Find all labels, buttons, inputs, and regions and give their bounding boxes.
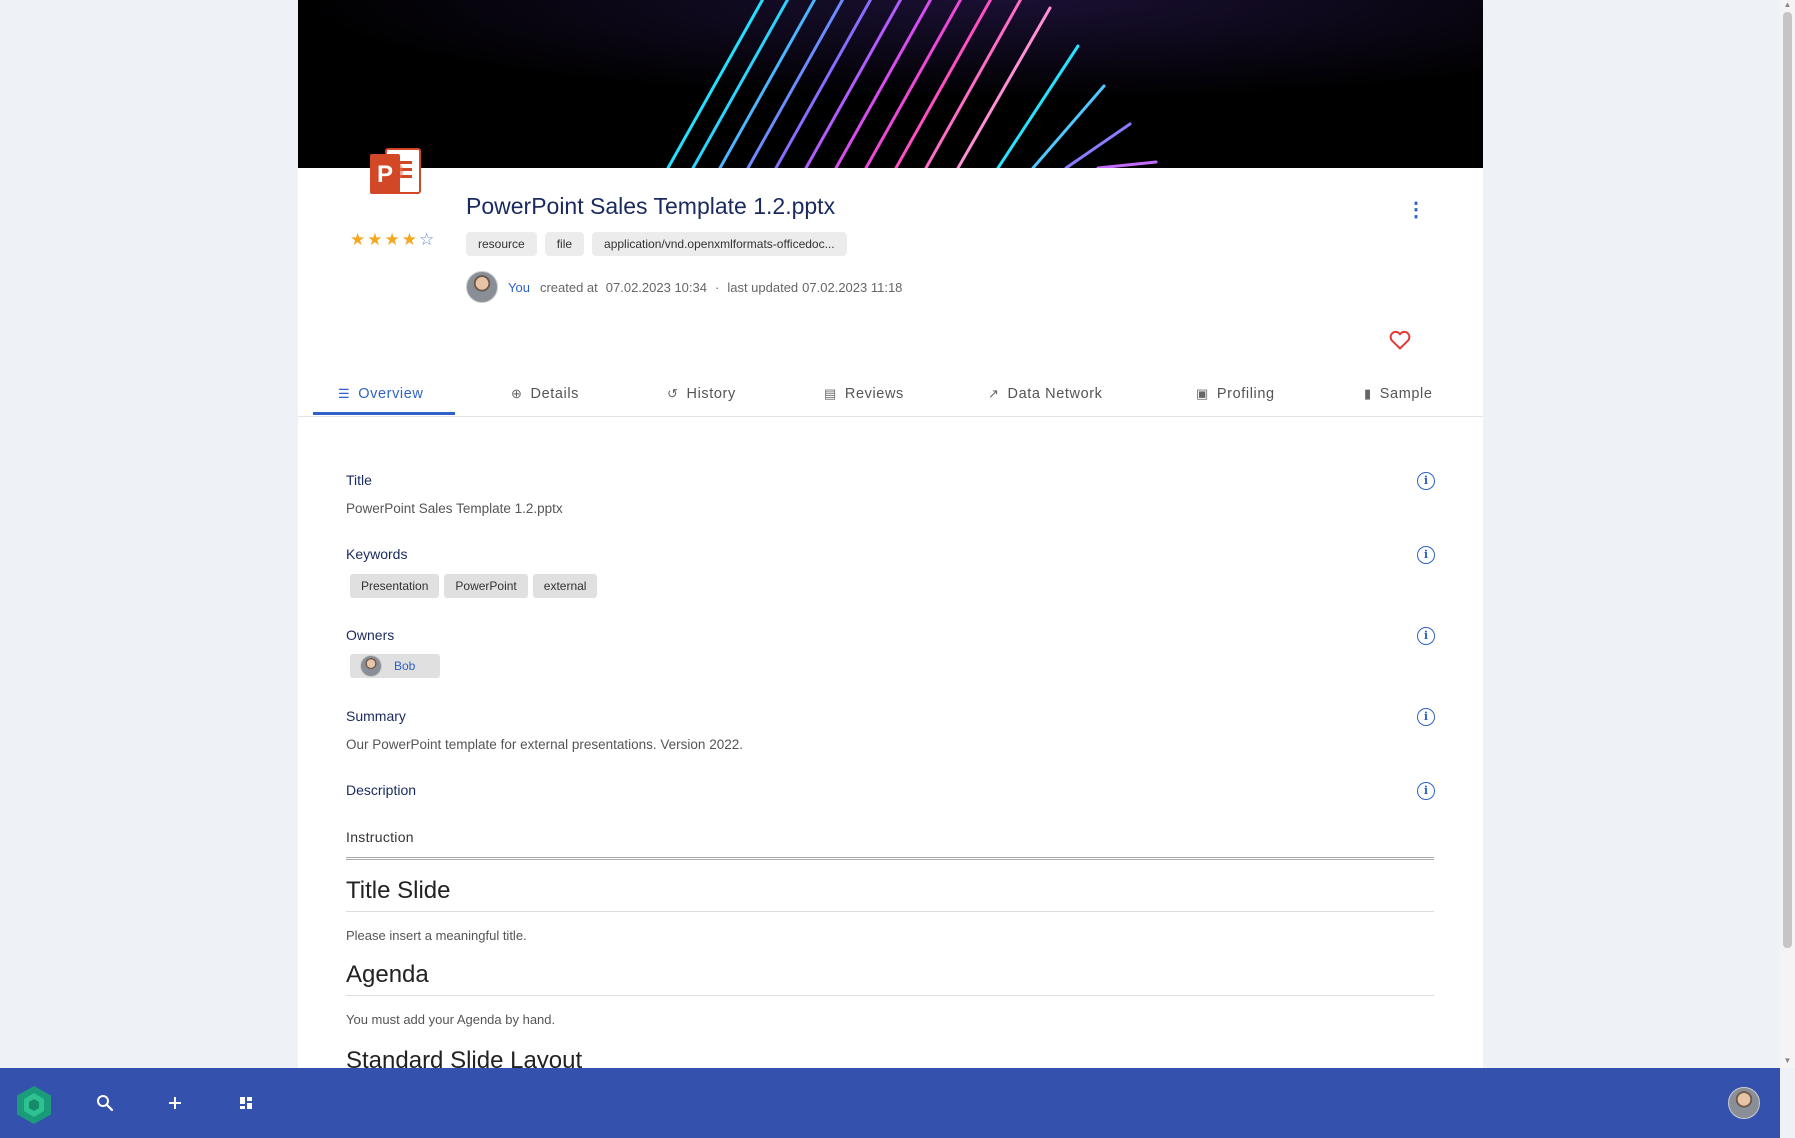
created-label: created at [539, 279, 598, 295]
info-icon[interactable]: i [1417, 708, 1435, 726]
star-icon[interactable]: ★ [385, 230, 402, 249]
active-tab-indicator [313, 412, 455, 415]
tab-bar: ☰ Overview ⊕ Details ↺ History ▤ Reviews… [298, 372, 1483, 417]
description-instruction: Instruction [346, 829, 414, 845]
section-heading: Standard Slide Layout [346, 1047, 583, 1068]
clock-plus-icon: ⊕ [511, 386, 523, 401]
keyword-chip[interactable]: external [532, 574, 598, 598]
owner-name[interactable]: Bob [394, 659, 415, 673]
tab-details[interactable]: ⊕ Details [511, 372, 579, 416]
history-icon: ↺ [667, 386, 679, 401]
summary-value: Our PowerPoint template for external pre… [346, 737, 743, 752]
divider [346, 995, 1434, 996]
tab-label: Reviews [844, 386, 904, 402]
resource-meta: You created at 07.02.2023 10:34 · last u… [466, 271, 902, 303]
profile-icon: ▣ [1196, 386, 1209, 401]
resource-page: P ★★★★☆ PowerPoint Sales Template 1.2.pp… [298, 0, 1483, 1068]
owner-chip[interactable]: Bob [350, 654, 440, 678]
tab-label: Data Network [1007, 386, 1103, 402]
info-icon[interactable]: i [1417, 782, 1435, 800]
tab-label: Sample [1379, 386, 1433, 402]
tab-history[interactable]: ↺ History [667, 372, 736, 416]
chat-icon: ▤ [824, 386, 837, 401]
tab-label: Overview [358, 386, 424, 402]
section-text: Please insert a meaningful title. [346, 928, 527, 943]
plus-icon[interactable] [164, 1092, 186, 1114]
divider [346, 857, 1434, 860]
page-title: PowerPoint Sales Template 1.2.pptx [466, 193, 836, 219]
section-heading: Agenda [346, 961, 429, 988]
keywords-label: Keywords [346, 546, 408, 562]
tab-label: History [686, 386, 736, 402]
updated-label: last updated [727, 279, 799, 295]
tab-data-network[interactable]: ↗ Data Network [988, 372, 1103, 416]
resource-tags: resource file application/vnd.openxmlfor… [466, 232, 847, 256]
trend-icon: ↗ [988, 386, 1000, 401]
banner-image [298, 0, 1483, 168]
dashboard-icon[interactable] [235, 1092, 257, 1114]
kebab-menu-icon[interactable]: ⋮ [1406, 199, 1426, 221]
user-avatar[interactable] [1728, 1087, 1760, 1119]
scroll-up-icon[interactable]: ▲ [1783, 0, 1792, 9]
tab-sample[interactable]: ▮ Sample [1364, 372, 1433, 416]
powerpoint-file-icon: P [370, 148, 421, 194]
owners-label: Owners [346, 627, 395, 643]
search-icon[interactable] [94, 1092, 116, 1114]
heart-icon[interactable] [1388, 328, 1412, 352]
creator-link[interactable]: You [508, 280, 530, 295]
section-text: You must add your Agenda by hand. [346, 1012, 556, 1027]
tab-label: Details [530, 386, 580, 402]
document-icon: ▮ [1364, 386, 1372, 401]
keyword-list: Presentation PowerPoint external [350, 574, 598, 598]
scrollbar-thumb[interactable] [1783, 12, 1792, 948]
owner-avatar [360, 655, 382, 677]
tab-reviews[interactable]: ▤ Reviews [824, 372, 904, 416]
star-outline-icon[interactable]: ☆ [419, 230, 436, 249]
updated-date: 07.02.2023 11:18 [802, 279, 903, 295]
keyword-chip[interactable]: PowerPoint [444, 574, 528, 598]
tab-overview[interactable]: ☰ Overview [338, 372, 424, 416]
bottom-navigation-bar [0, 1068, 1780, 1138]
tab-profiling[interactable]: ▣ Profiling [1196, 372, 1275, 416]
creator-avatar[interactable] [466, 271, 498, 303]
star-icon[interactable]: ★ [402, 230, 419, 249]
tab-label: Profiling [1216, 386, 1275, 402]
star-icon[interactable]: ★ [350, 230, 367, 249]
info-icon[interactable]: i [1417, 472, 1435, 490]
svg-text:P: P [377, 161, 393, 188]
info-icon[interactable]: i [1417, 546, 1435, 564]
divider [346, 911, 1434, 912]
scroll-down-icon[interactable]: ▼ [1783, 1056, 1792, 1065]
rating-stars[interactable]: ★★★★☆ [350, 230, 436, 250]
title-value: PowerPoint Sales Template 1.2.pptx [346, 501, 563, 516]
tag-chip: file [544, 232, 585, 256]
lines-icon: ☰ [338, 386, 351, 401]
meta-separator: · [714, 279, 720, 295]
app-logo-icon[interactable] [14, 1085, 54, 1125]
tag-chip: resource [466, 232, 537, 256]
page-scrollbar[interactable]: ▲ ▼ [1780, 0, 1795, 1068]
title-label: Title [346, 472, 372, 488]
star-icon[interactable]: ★ [367, 230, 384, 249]
tag-chip: application/vnd.openxmlformats-officedoc… [592, 232, 847, 256]
summary-label: Summary [346, 708, 406, 724]
description-label: Description [346, 782, 417, 798]
created-date: 07.02.2023 10:34 [605, 279, 707, 295]
section-heading: Title Slide [346, 877, 451, 904]
keyword-chip[interactable]: Presentation [350, 574, 440, 598]
info-icon[interactable]: i [1417, 627, 1435, 645]
